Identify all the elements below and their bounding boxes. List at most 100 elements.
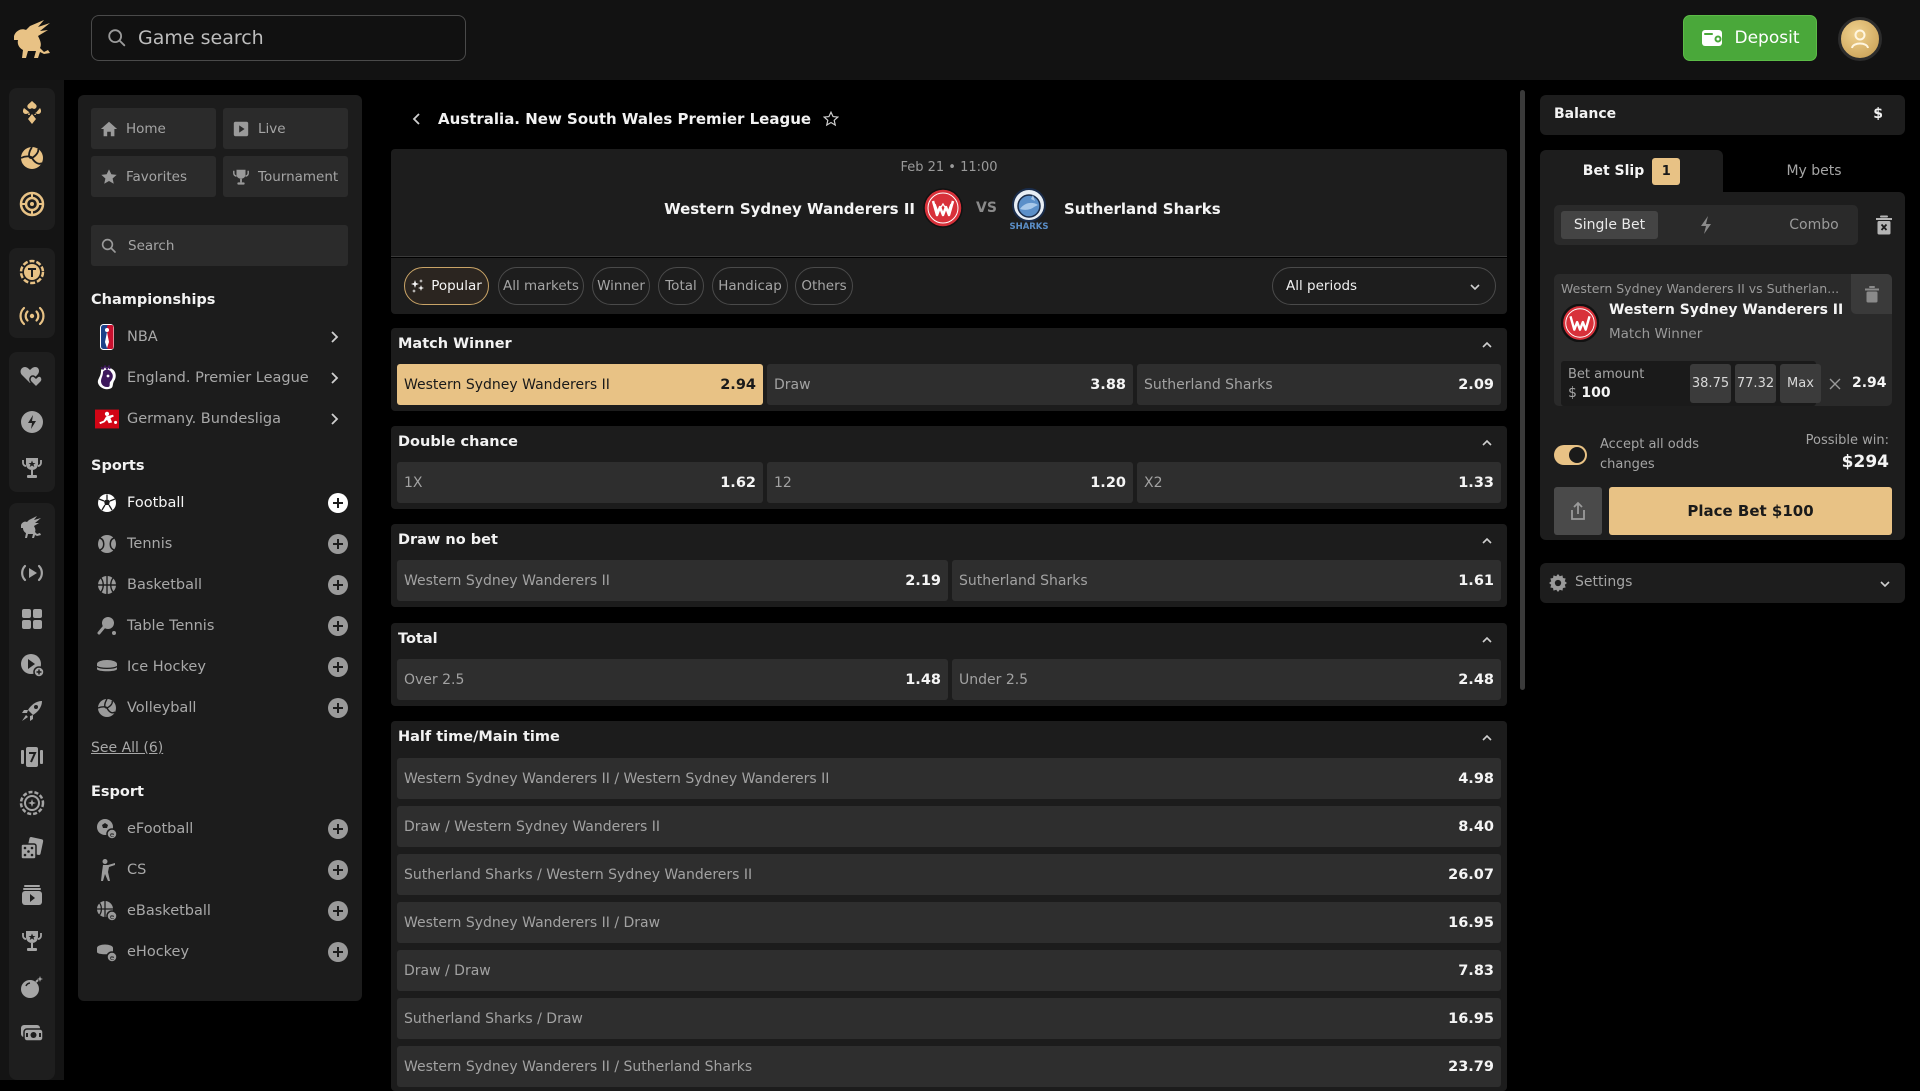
sport-item-volleyball[interactable]: Volleyball xyxy=(91,691,348,725)
lion-logo-icon[interactable] xyxy=(10,18,58,60)
odds-button[interactable]: Sutherland Sharks 2.09 xyxy=(1137,364,1501,405)
add-ice-hockey-button[interactable] xyxy=(328,657,348,677)
chevron-up-icon[interactable] xyxy=(1480,436,1494,450)
odds-button[interactable]: 12 1.20 xyxy=(767,462,1133,503)
odds-button[interactable]: Under 2.5 2.48 xyxy=(952,659,1501,700)
single-bet-option[interactable]: Single Bet xyxy=(1561,211,1658,239)
dice-icon[interactable] xyxy=(9,827,55,871)
lightning-icon[interactable] xyxy=(1696,215,1716,235)
lightning-icon[interactable] xyxy=(9,400,55,444)
sport-item-basketball[interactable]: Basketball xyxy=(91,568,348,602)
esport-item-efootball[interactable]: e eFootball xyxy=(91,812,348,846)
sport-item-table-tennis[interactable]: Table Tennis xyxy=(91,609,348,643)
bet-amount-field[interactable]: Bet amount $ 100 38.75 77.32 Max xyxy=(1561,361,1821,406)
odds-button[interactable]: Western Sydney Wanderers II / Sutherland… xyxy=(397,1046,1501,1087)
championship-item-premier-league[interactable]: England. Premier League xyxy=(91,361,348,395)
favorites-hearts-icon[interactable] xyxy=(9,354,55,398)
grid-icon[interactable] xyxy=(9,597,55,641)
odds-button[interactable]: Western Sydney Wanderers II / Draw 16.95 xyxy=(397,902,1501,943)
accept-odds-toggle[interactable] xyxy=(1554,445,1587,465)
odds-button[interactable]: Western Sydney Wanderers II / Western Sy… xyxy=(397,758,1501,799)
bet-amount-value[interactable]: $ 100 xyxy=(1568,385,1611,401)
poker-chip-icon[interactable] xyxy=(9,781,55,825)
add-football-button[interactable] xyxy=(328,493,348,513)
championship-item-nba[interactable]: NBA xyxy=(91,320,348,354)
nav-search-input[interactable] xyxy=(128,237,328,254)
tab-bet-slip[interactable]: Bet Slip 1 xyxy=(1540,150,1723,192)
add-ebasketball-button[interactable] xyxy=(328,901,348,921)
odds-button[interactable]: Sutherland Sharks / Western Sydney Wande… xyxy=(397,854,1501,895)
tv-play-icon[interactable] xyxy=(9,873,55,917)
chevron-up-icon[interactable] xyxy=(1480,633,1494,647)
tab-total[interactable]: Total xyxy=(658,267,704,305)
sport-item-football[interactable]: Football xyxy=(91,486,348,520)
combo-option[interactable]: Combo xyxy=(1774,211,1854,239)
tab-my-bets[interactable]: My bets xyxy=(1723,150,1905,192)
game-search-field[interactable] xyxy=(91,15,466,61)
video-add-icon[interactable] xyxy=(9,643,55,687)
esport-item-cs[interactable]: CS xyxy=(91,853,348,887)
chevron-up-icon[interactable] xyxy=(1480,338,1494,352)
user-avatar-button[interactable] xyxy=(1838,17,1882,61)
odds-button[interactable]: Draw / Draw 7.83 xyxy=(397,950,1501,991)
nav-favorites-button[interactable]: Favorites xyxy=(91,156,216,197)
settings-dropdown[interactable]: Settings xyxy=(1540,563,1905,603)
deposit-button[interactable]: Deposit xyxy=(1683,15,1817,61)
favorite-star-icon[interactable] xyxy=(823,111,840,127)
tab-popular[interactable]: Popular xyxy=(404,267,489,305)
odds-button[interactable]: 1X 1.62 xyxy=(397,462,763,503)
period-select[interactable]: All periods xyxy=(1272,267,1496,305)
back-chevron-icon[interactable] xyxy=(410,112,424,126)
balance-bar[interactable]: Balance $ xyxy=(1540,95,1905,135)
quick-amount-button[interactable]: 38.75 xyxy=(1690,364,1731,403)
add-tennis-button[interactable] xyxy=(328,534,348,554)
nav-tournament-button[interactable]: Tournament xyxy=(223,156,348,197)
rocket-icon[interactable] xyxy=(9,689,55,733)
cash-icon[interactable] xyxy=(9,1011,55,1055)
tab-all-markets[interactable]: All markets xyxy=(498,267,584,305)
odds-button[interactable]: Over 2.5 1.48 xyxy=(397,659,948,700)
casino-suits-icon[interactable] xyxy=(9,90,55,134)
sport-item-ice-hockey[interactable]: Ice Hockey xyxy=(91,650,348,684)
add-volleyball-button[interactable] xyxy=(328,698,348,718)
lion-games-icon[interactable] xyxy=(9,505,55,549)
odds-button[interactable]: Draw 3.88 xyxy=(767,364,1133,405)
nav-home-button[interactable]: Home xyxy=(91,108,216,149)
volleyball-icon[interactable] xyxy=(9,136,55,180)
bomb-icon[interactable] xyxy=(9,965,55,1009)
add-table-tennis-button[interactable] xyxy=(328,616,348,636)
quick-amount-button[interactable]: 77.32 xyxy=(1735,364,1776,403)
place-bet-button[interactable]: Place Bet $100 xyxy=(1609,487,1892,535)
slot-seven-icon[interactable] xyxy=(9,735,55,779)
odds-button[interactable]: Sutherland Sharks 1.61 xyxy=(952,560,1501,601)
nav-search-field[interactable] xyxy=(91,225,348,266)
tab-handicap[interactable]: Handicap xyxy=(712,267,788,305)
chevron-up-icon[interactable] xyxy=(1480,534,1494,548)
odds-button[interactable]: X2 1.33 xyxy=(1137,462,1501,503)
main-scrollbar[interactable] xyxy=(1520,90,1525,690)
trophy-icon[interactable] xyxy=(9,919,55,963)
odds-button[interactable]: Western Sydney Wanderers II 2.19 xyxy=(397,560,948,601)
game-search-input[interactable] xyxy=(138,27,438,49)
add-cs-button[interactable] xyxy=(328,860,348,880)
chevron-up-icon[interactable] xyxy=(1480,731,1494,745)
max-amount-button[interactable]: Max xyxy=(1780,364,1821,403)
tournament-token-icon[interactable] xyxy=(9,250,55,294)
add-ehockey-button[interactable] xyxy=(328,942,348,962)
nav-live-button[interactable]: Live xyxy=(223,108,348,149)
clear-bets-trash-icon[interactable] xyxy=(1875,215,1893,235)
odds-button[interactable]: Draw / Western Sydney Wanderers II 8.40 xyxy=(397,806,1501,847)
sport-item-tennis[interactable]: Tennis xyxy=(91,527,348,561)
odds-button[interactable]: Western Sydney Wanderers II 2.94 xyxy=(397,364,763,405)
tab-others[interactable]: Others xyxy=(795,267,853,305)
roulette-icon[interactable] xyxy=(9,182,55,226)
trophy-star-icon[interactable] xyxy=(9,446,55,490)
share-bet-button[interactable] xyxy=(1554,487,1602,535)
championship-item-bundesliga[interactable]: Germany. Bundesliga xyxy=(91,402,348,436)
see-all-sports-link[interactable]: See All (6) xyxy=(91,740,163,756)
esport-item-ehockey[interactable]: e eHockey xyxy=(91,935,348,969)
tab-winner[interactable]: Winner xyxy=(592,267,650,305)
add-efootball-button[interactable] xyxy=(328,819,348,839)
remove-bet-button[interactable] xyxy=(1851,274,1892,314)
add-basketball-button[interactable] xyxy=(328,575,348,595)
